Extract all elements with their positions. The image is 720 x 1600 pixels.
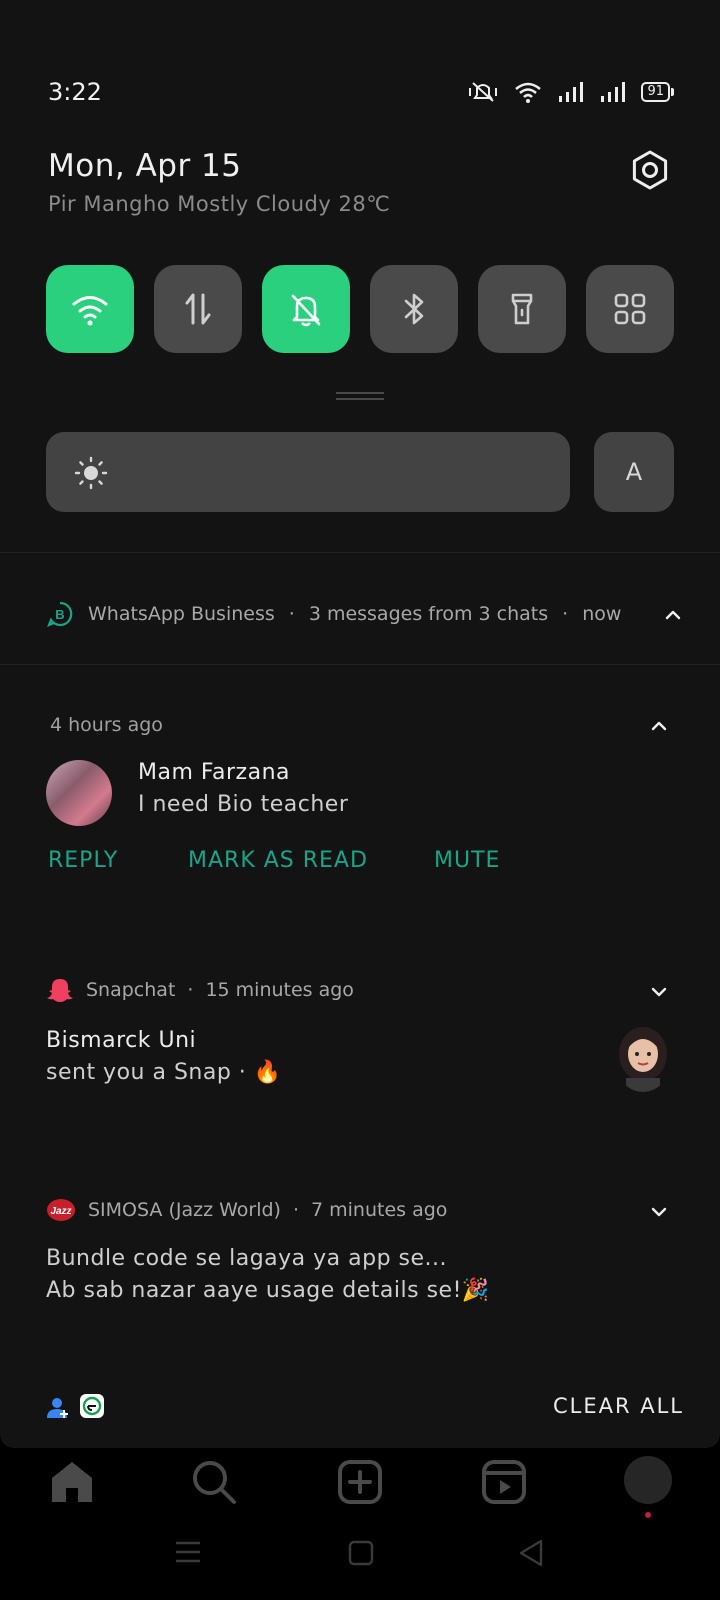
brightness-icon — [74, 456, 108, 490]
whatsapp-business-icon: B — [47, 601, 73, 627]
bluetooth-icon — [404, 293, 424, 325]
grid-icon — [614, 293, 646, 325]
divider — [0, 552, 720, 553]
wifi-status-icon — [515, 82, 542, 103]
bluetooth-tile[interactable] — [370, 265, 458, 353]
menu-icon[interactable] — [174, 1540, 202, 1564]
contact-avatar — [46, 760, 112, 826]
simosa-app-name: SIMOSA (Jazz World) — [88, 1199, 281, 1221]
signal-sim1-icon — [559, 82, 584, 102]
flashlight-tile[interactable] — [478, 265, 566, 353]
battery-level: 91 — [641, 82, 670, 102]
status-icons: 91 — [467, 80, 674, 104]
chevron-down-icon[interactable] — [647, 980, 671, 1004]
create-post-icon[interactable] — [336, 1458, 384, 1506]
vibrate-off-icon — [469, 82, 498, 102]
message-text: I need Bio teacher — [138, 792, 349, 817]
mark-as-read-button[interactable]: MARK AS READ — [188, 848, 434, 873]
chevron-up-icon[interactable] — [647, 714, 671, 738]
snapchat-app-name: Snapchat — [86, 979, 176, 1001]
clear-all-button[interactable]: CLEAR ALL — [553, 1394, 684, 1418]
silent-tile[interactable] — [262, 265, 350, 353]
snapchat-title: Bismarck Uni — [46, 1028, 197, 1053]
snapchat-icon — [47, 979, 73, 1002]
chevron-down-icon[interactable] — [647, 1200, 671, 1224]
mobile-data-tile[interactable] — [154, 265, 242, 353]
svg-text:Jazz: Jazz — [50, 1206, 71, 1217]
auto-brightness-button[interactable]: A — [594, 432, 674, 512]
wifi-tile[interactable] — [46, 265, 134, 353]
add-contact-icon — [47, 1398, 68, 1418]
wifi-icon — [72, 296, 108, 326]
more-tiles-tile[interactable] — [586, 265, 674, 353]
search-icon[interactable] — [190, 1458, 238, 1506]
simosa-time: 7 minutes ago — [311, 1199, 448, 1221]
home-icon[interactable] — [48, 1458, 96, 1504]
back-icon[interactable] — [518, 1538, 544, 1568]
weather-text: Pir Mangho Mostly Cloudy 28℃ — [48, 192, 391, 216]
status-time: 3:22 — [48, 78, 102, 106]
whatsapp-app-name: WhatsApp Business — [88, 603, 275, 625]
chevron-up-icon[interactable] — [661, 603, 685, 627]
notification-shade: 3:22 91 Mon, Apr 15 Pir Mangho Mostly Cl… — [0, 0, 720, 1448]
data-transfer-icon — [185, 293, 211, 325]
notification-actions: REPLY MARK AS READ MUTE — [48, 848, 500, 873]
jazz-icon: Jazz — [47, 1199, 75, 1221]
battery-icon: 91 — [641, 82, 674, 102]
simosa-header: Jazz SIMOSA (Jazz World) · 7 minutes ago — [46, 1197, 447, 1223]
quick-settings-tiles — [46, 265, 674, 353]
home-button-icon[interactable] — [348, 1540, 374, 1566]
profile-avatar[interactable] — [624, 1456, 672, 1504]
divider — [0, 664, 720, 665]
reply-button[interactable]: REPLY — [48, 848, 188, 873]
simosa-line2: Ab sab nazar aaye usage details se!🎉 — [46, 1278, 490, 1303]
svg-text:B: B — [55, 607, 64, 622]
brightness-slider[interactable] — [46, 432, 570, 512]
reels-icon[interactable] — [480, 1458, 528, 1506]
whatsapp-time: now — [582, 603, 622, 625]
flashlight-icon — [511, 293, 533, 325]
simosa-line1: Bundle code se lagaya ya app se... — [46, 1246, 448, 1271]
whatsapp-group-header[interactable]: B WhatsApp Business · 3 messages from 3 … — [46, 600, 621, 628]
app-icon-e — [80, 1394, 104, 1418]
bell-off-icon — [291, 294, 321, 327]
e-logo-icon — [82, 1396, 102, 1416]
snapchat-time: 15 minutes ago — [205, 979, 354, 1001]
bitmoji-avatar — [614, 1024, 672, 1092]
background-app-nav — [0, 1448, 720, 1600]
snapchat-header: Snapchat · 15 minutes ago — [46, 976, 354, 1004]
drag-handle[interactable] — [336, 392, 384, 400]
mute-button[interactable]: MUTE — [434, 848, 500, 873]
date-text: Mon, Apr 15 — [48, 148, 242, 184]
snapchat-body: sent you a Snap · 🔥 — [46, 1060, 282, 1085]
notification-time: 4 hours ago — [50, 714, 163, 736]
sender-name: Mam Farzana — [138, 760, 291, 785]
whatsapp-summary: 3 messages from 3 chats — [308, 603, 549, 625]
settings-button[interactable] — [628, 148, 672, 192]
notification-dot — [645, 1512, 651, 1518]
gear-icon — [632, 150, 668, 190]
signal-sim2-icon — [601, 82, 626, 102]
